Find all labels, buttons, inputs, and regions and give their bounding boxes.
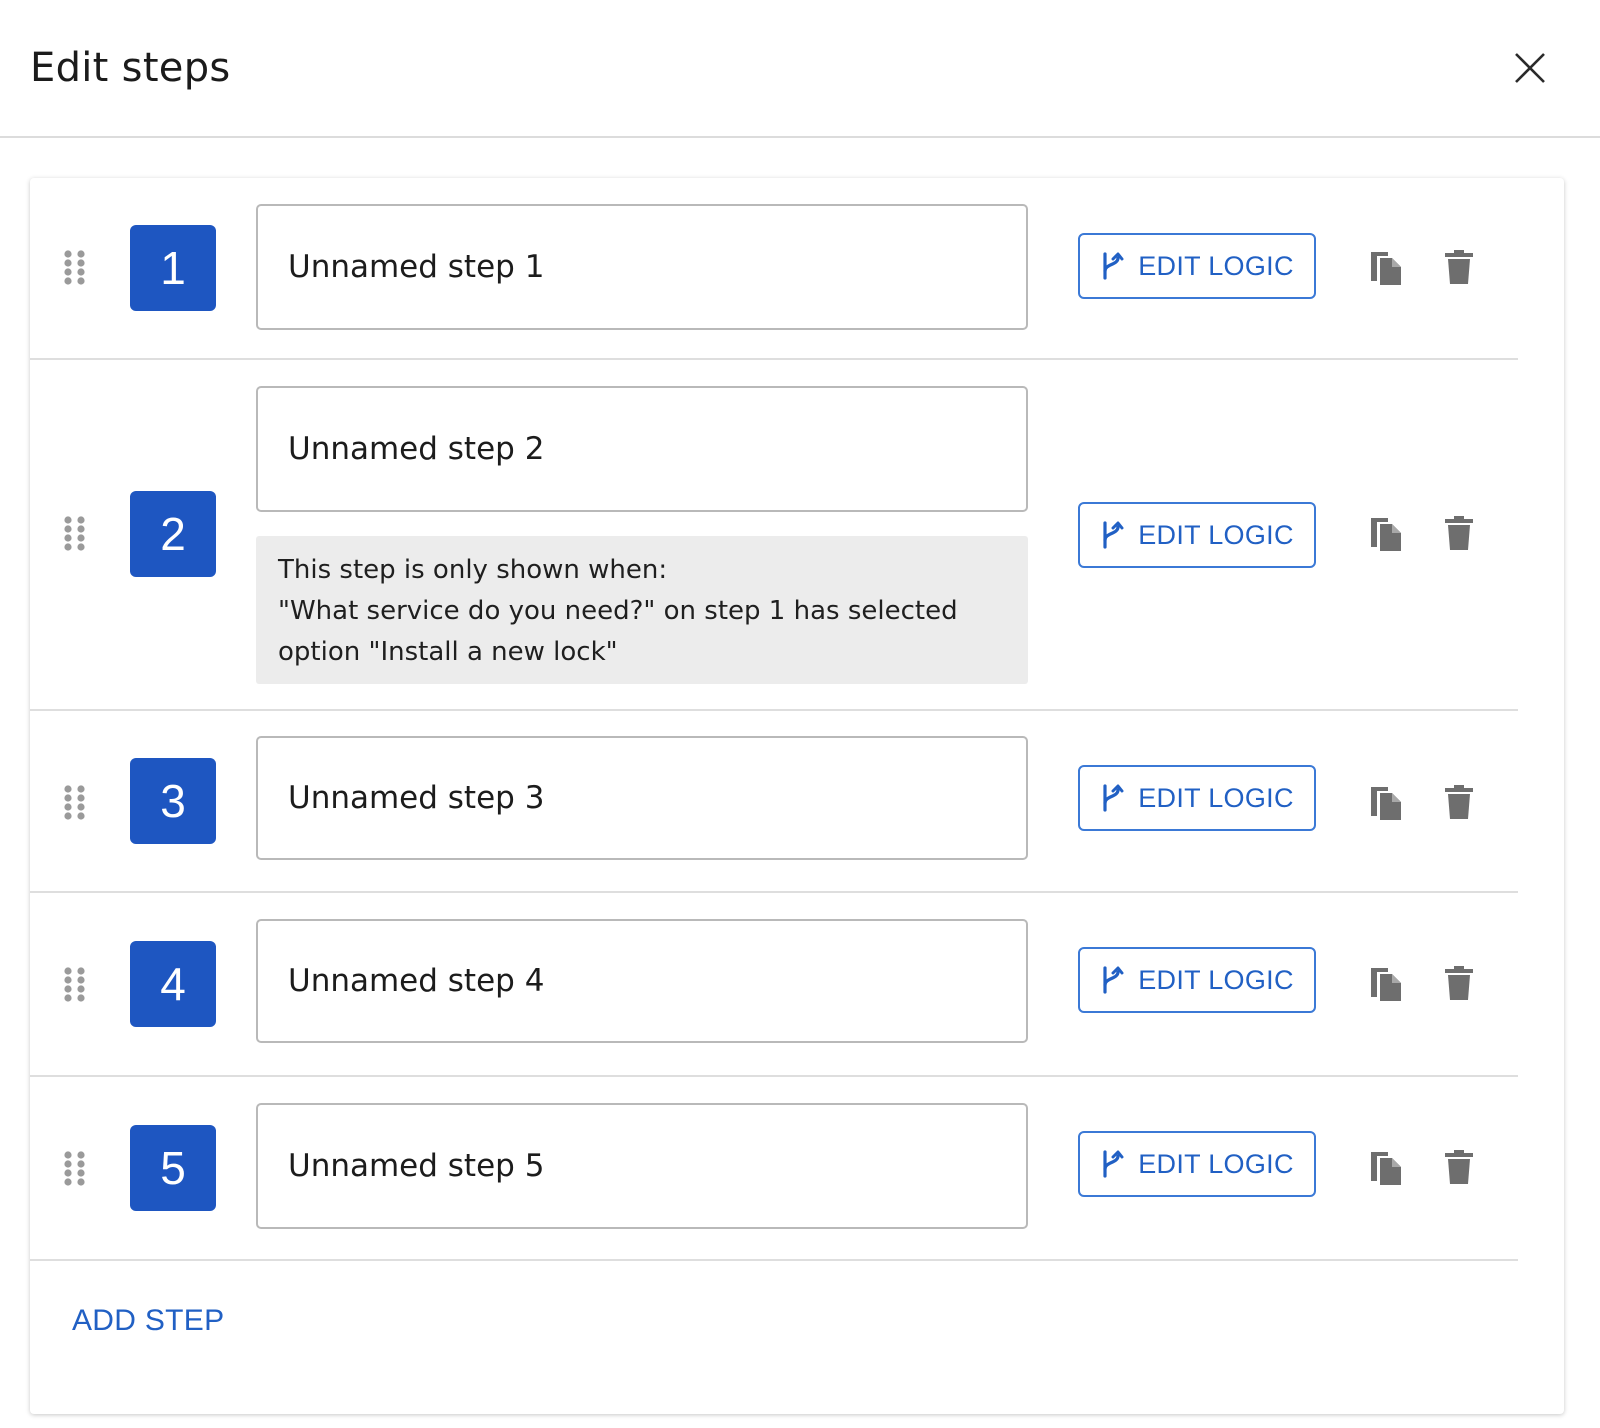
branch-icon (1103, 1150, 1124, 1178)
edit-logic-label: EDIT LOGIC (1138, 964, 1294, 995)
edit-logic-label: EDIT LOGIC (1138, 250, 1294, 281)
step-name-input[interactable] (256, 919, 1028, 1043)
trash-icon (1445, 516, 1473, 550)
step-row: 4 EDIT LOGIC (30, 893, 1518, 1077)
duplicate-step-button[interactable] (1368, 515, 1404, 553)
copy-icon (1371, 518, 1401, 551)
copy-icon (1371, 968, 1401, 1001)
step-row: 3 EDIT LOGIC (30, 711, 1518, 893)
trash-icon (1445, 785, 1473, 819)
delete-step-button[interactable] (1444, 515, 1474, 551)
branch-icon (1103, 784, 1124, 812)
delete-step-button[interactable] (1444, 1149, 1474, 1185)
step-row: 5 EDIT LOGIC (30, 1077, 1518, 1261)
add-step-button[interactable]: ADD STEP (72, 1304, 224, 1338)
duplicate-step-button[interactable] (1368, 784, 1404, 822)
condition-text: option "Install a new lock" (278, 637, 618, 667)
drag-handle[interactable] (63, 1151, 87, 1187)
step-name-input[interactable] (256, 1103, 1028, 1229)
drag-handle-icon (64, 967, 85, 1002)
branch-icon (1103, 966, 1124, 994)
edit-logic-label: EDIT LOGIC (1138, 782, 1294, 813)
delete-step-button[interactable] (1444, 784, 1474, 820)
drag-handle[interactable] (63, 250, 87, 286)
step-name-input[interactable] (256, 386, 1028, 512)
step-number-badge: 1 (130, 225, 216, 311)
duplicate-step-button[interactable] (1368, 965, 1404, 1003)
copy-icon (1371, 1152, 1401, 1185)
copy-icon (1371, 787, 1401, 820)
drag-handle[interactable] (63, 785, 87, 821)
duplicate-step-button[interactable] (1368, 249, 1404, 287)
trash-icon (1445, 1150, 1473, 1184)
duplicate-step-button[interactable] (1368, 1149, 1404, 1187)
step-row: 2 This step is only shown when: "What se… (30, 360, 1518, 711)
branch-icon (1103, 252, 1124, 280)
edit-logic-label: EDIT LOGIC (1138, 1148, 1294, 1179)
trash-icon (1445, 250, 1473, 284)
step-number-badge: 4 (130, 941, 216, 1027)
drag-handle[interactable] (63, 967, 87, 1003)
drag-handle[interactable] (63, 516, 87, 552)
drag-handle-icon (64, 1151, 85, 1186)
condition-text: "What service do you need?" on step 1 ha… (278, 596, 958, 626)
step-number-badge: 2 (130, 491, 216, 577)
step-name-input[interactable] (256, 736, 1028, 860)
step-number-badge: 5 (130, 1125, 216, 1211)
step-name-input[interactable] (256, 204, 1028, 330)
close-icon (1515, 53, 1545, 83)
dialog-title: Edit steps (30, 45, 231, 91)
dialog-header: Edit steps (0, 0, 1600, 138)
edit-logic-button[interactable]: EDIT LOGIC (1078, 1131, 1316, 1197)
trash-icon (1445, 966, 1473, 1000)
edit-logic-button[interactable]: EDIT LOGIC (1078, 502, 1316, 568)
edit-logic-button[interactable]: EDIT LOGIC (1078, 233, 1316, 299)
delete-step-button[interactable] (1444, 249, 1474, 285)
branch-icon (1103, 521, 1124, 549)
copy-icon (1371, 252, 1401, 285)
edit-logic-button[interactable]: EDIT LOGIC (1078, 947, 1316, 1013)
close-button[interactable] (1508, 46, 1552, 90)
delete-step-button[interactable] (1444, 965, 1474, 1001)
drag-handle-icon (64, 250, 85, 285)
step-condition-note: This step is only shown when: "What serv… (256, 536, 1028, 684)
edit-logic-label: EDIT LOGIC (1138, 519, 1294, 550)
steps-panel: 1 EDIT LOGIC (30, 178, 1564, 1414)
step-row: 1 EDIT LOGIC (30, 178, 1518, 360)
drag-handle-icon (64, 516, 85, 551)
drag-handle-icon (64, 785, 85, 820)
edit-logic-button[interactable]: EDIT LOGIC (1078, 765, 1316, 831)
step-number-badge: 3 (130, 758, 216, 844)
condition-text: This step is only shown when: (278, 555, 668, 585)
